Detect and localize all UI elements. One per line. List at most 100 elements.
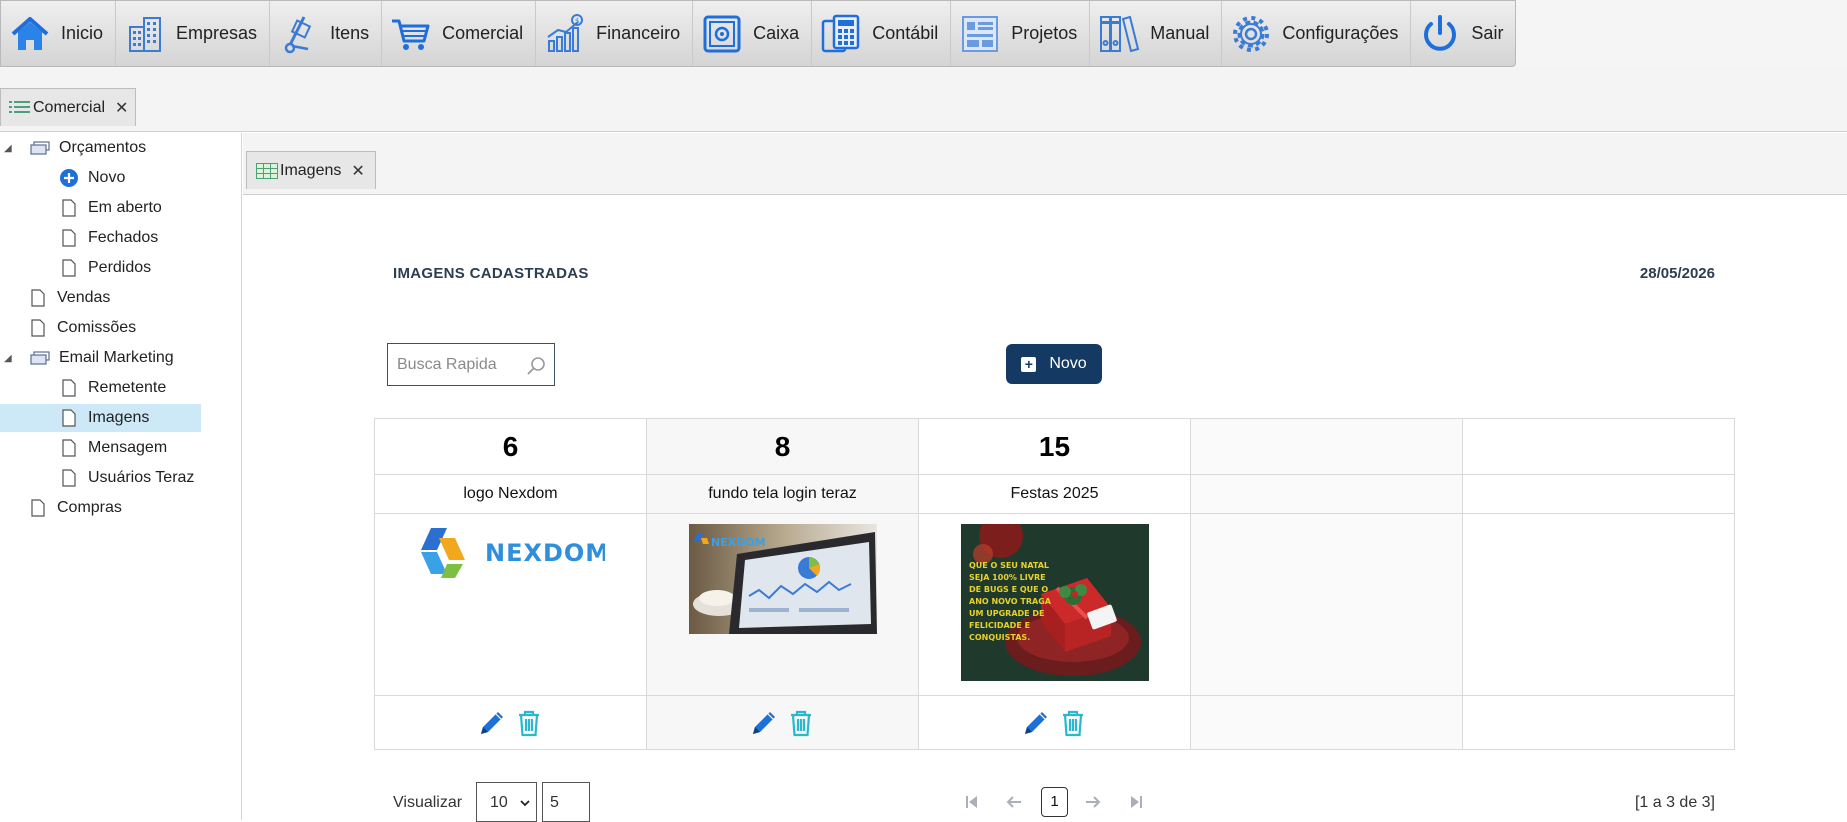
sidebar-item-email-marketing[interactable]: ◢ Email Marketing: [0, 344, 200, 372]
menu-item-inicio[interactable]: Inicio: [1, 1, 117, 66]
page-size-select[interactable]: 10: [476, 782, 537, 822]
thumbnail-cell: NEXDOM: [374, 513, 647, 696]
sidebar-item-usuarios-teraz[interactable]: Usuários Teraz: [0, 464, 200, 492]
menu-label: Inicio: [61, 23, 104, 43]
menu-item-contabil[interactable]: Contábil: [812, 1, 952, 66]
next-page-icon[interactable]: [1083, 792, 1103, 812]
actions-cell: [374, 695, 647, 750]
pager-label: Visualizar: [393, 794, 463, 811]
logo-text: NEXDOM: [711, 536, 766, 549]
menu-item-caixa[interactable]: Caixa: [693, 1, 813, 66]
list-icon: [9, 100, 30, 113]
hand-truck-icon: [284, 15, 312, 53]
button-label: Novo: [1049, 355, 1087, 372]
card-line: ANO NOVO TRAGA: [969, 597, 1052, 606]
menu-item-configuracoes[interactable]: Configurações: [1222, 1, 1412, 66]
document-icon: [59, 438, 79, 458]
tab-label: Comercial: [33, 98, 106, 116]
expand-arrow-icon[interactable]: ◢: [4, 353, 12, 364]
christmas-card-thumbnail[interactable]: QUE O SEU NATAL SEJA 100% LIVRE DE BUGS …: [960, 524, 1149, 681]
menu-label: Itens: [330, 23, 370, 43]
sidebar-item-remetente[interactable]: Remetente: [0, 374, 200, 402]
trash-icon[interactable]: [1057, 707, 1089, 739]
empty-cell: [1190, 418, 1463, 475]
empty-cell: [1462, 695, 1735, 750]
menu-item-manual[interactable]: Manual: [1090, 1, 1223, 66]
pager-info: [1 a 3 de 3]: [1634, 794, 1715, 811]
sidebar-item-em-aberto[interactable]: Em aberto: [0, 194, 200, 222]
card-line: CONQUISTAS.: [969, 633, 1030, 642]
power-icon: [1424, 14, 1457, 51]
nexdom-logo-thumbnail[interactable]: NEXDOM: [417, 524, 605, 578]
content-tab-bar: Imagens ✕: [243, 133, 1847, 195]
image-id: 6: [374, 418, 647, 475]
menu-label: Configurações: [1282, 23, 1399, 43]
document-icon: [59, 378, 79, 398]
search-icon[interactable]: [526, 356, 546, 376]
expand-arrow-icon[interactable]: ◢: [4, 143, 12, 154]
previous-page-icon[interactable]: [1004, 792, 1024, 812]
image-name: Festas 2025: [918, 474, 1191, 514]
edit-pencil-icon[interactable]: [1020, 707, 1052, 739]
document-icon: [28, 288, 48, 308]
close-icon[interactable]: ✕: [351, 161, 364, 181]
grid-row-actions: [374, 695, 1735, 750]
card-line: FELICIDADE E: [969, 621, 1030, 630]
sidebar-item-mensagem[interactable]: Mensagem: [0, 434, 200, 462]
tab-label: Imagens: [280, 161, 342, 179]
menu-item-itens[interactable]: Itens: [270, 1, 383, 66]
menu-label: Comercial: [442, 23, 524, 43]
empty-cell: [1462, 474, 1735, 514]
sidebar-item-novo[interactable]: Novo: [0, 164, 200, 192]
menu-label: Manual: [1150, 23, 1210, 43]
menu-label: Empresas: [176, 23, 258, 43]
sidebar-item-comissoes[interactable]: Comissões: [0, 314, 200, 342]
login-background-thumbnail[interactable]: NEXDOM: [688, 524, 877, 634]
card-line: QUE O SEU NATAL: [969, 561, 1049, 570]
document-icon: [59, 408, 79, 428]
trash-icon[interactable]: [785, 707, 817, 739]
sidebar-item-vendas[interactable]: Vendas: [0, 284, 200, 312]
menu-item-projetos[interactable]: Projetos: [951, 1, 1091, 66]
sidebar-item-label: Remetente: [88, 379, 167, 396]
plus-square-icon: +: [1021, 356, 1037, 372]
edit-pencil-icon[interactable]: [476, 707, 508, 739]
tab-imagens[interactable]: Imagens ✕: [246, 151, 376, 189]
menu-item-sair[interactable]: Sair: [1411, 1, 1515, 66]
empty-cell: [1190, 513, 1463, 696]
current-page-button[interactable]: 1: [1041, 787, 1068, 817]
sidebar-item-compras[interactable]: Compras: [0, 494, 200, 522]
sidebar-item-fechados[interactable]: Fechados: [0, 224, 200, 252]
menu-item-financeiro[interactable]: $ Financeiro: [536, 1, 694, 66]
trash-icon[interactable]: [513, 707, 545, 739]
first-page-icon[interactable]: [962, 792, 982, 812]
shopping-cart-icon: [392, 19, 430, 50]
tab-comercial[interactable]: Comercial ✕: [0, 88, 136, 126]
binders-icon: [1100, 15, 1140, 52]
grid-row-ids: 6 8 15: [374, 418, 1735, 475]
new-image-button[interactable]: + Novo: [1006, 344, 1102, 384]
folder-stack-icon: [30, 138, 50, 158]
thumbnail-cell: NEXDOM: [646, 513, 919, 696]
module-tab-bar: Comercial ✕: [0, 69, 1847, 132]
sidebar-item-label: Vendas: [57, 289, 111, 306]
last-page-icon[interactable]: [1126, 792, 1146, 812]
sidebar-item-imagens[interactable]: Imagens: [0, 404, 201, 432]
sidebar-item-perdidos[interactable]: Perdidos: [0, 254, 200, 282]
menu-label: Caixa: [753, 23, 800, 43]
card-line: UM UPGRADE DE: [969, 609, 1045, 618]
search-input[interactable]: [388, 344, 518, 385]
document-icon: [59, 198, 79, 218]
actions-cell: [646, 695, 919, 750]
sidebar-item-orcamentos[interactable]: ◢ Orçamentos: [0, 134, 200, 162]
close-icon[interactable]: ✕: [115, 98, 128, 118]
blueprint-icon: [962, 15, 999, 52]
add-circle-icon: [59, 168, 79, 188]
page-number-input[interactable]: 5: [542, 782, 590, 822]
images-grid: 6 8 15 logo Nexdom fundo tela login tera…: [374, 418, 1735, 750]
sidebar-item-label: Usuários Teraz: [88, 469, 195, 486]
menu-label: Contábil: [872, 23, 939, 43]
menu-item-comercial[interactable]: Comercial: [382, 1, 537, 66]
edit-pencil-icon[interactable]: [748, 707, 780, 739]
menu-item-empresas[interactable]: Empresas: [116, 1, 271, 66]
